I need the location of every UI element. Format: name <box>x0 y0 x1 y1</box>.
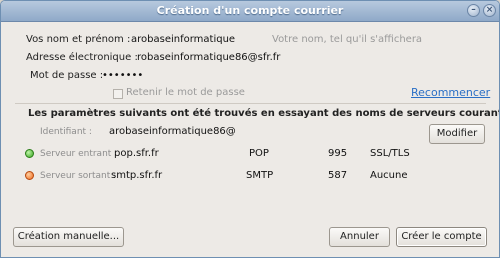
name-hint: Votre nom, tel qu'il s'affichera <box>272 34 423 45</box>
name-input[interactable]: arobaseinformatique <box>131 34 235 45</box>
password-label: Mot de passe : <box>30 70 104 81</box>
incoming-server-host[interactable]: pop.sfr.fr <box>114 148 159 159</box>
email-input[interactable]: robaseinformatique86@sfr.fr <box>137 52 280 63</box>
name-label: Vos nom et prénom : <box>26 34 131 45</box>
servers-found-message: Les paramètres suivants ont été trouvés … <box>28 108 500 119</box>
outgoing-server-protocol[interactable]: SMTP <box>246 170 273 181</box>
remember-password-label: Retenir le mot de passe <box>126 87 245 98</box>
email-label: Adresse électronique : <box>26 52 138 63</box>
manual-setup-button[interactable]: Création manuelle... <box>13 227 124 247</box>
incoming-server-protocol[interactable]: POP <box>249 148 269 159</box>
outgoing-status-dot <box>25 171 34 180</box>
cancel-button[interactable]: Annuler <box>329 227 390 247</box>
incoming-server-label: Serveur entrant : <box>40 149 118 159</box>
recommencer-link[interactable]: Recommencer <box>411 86 490 99</box>
outgoing-server-security[interactable]: Aucune <box>370 170 408 181</box>
create-account-button[interactable]: Créer le compte <box>396 227 487 247</box>
close-icon[interactable]: × <box>483 4 496 17</box>
identifier-label: Identifiant : <box>40 127 92 137</box>
title-bar: Création d'un compte courrier – × <box>1 1 499 22</box>
incoming-server-security[interactable]: SSL/TLS <box>370 148 410 159</box>
minimize-icon[interactable]: – <box>467 4 480 17</box>
incoming-status-dot <box>25 149 34 158</box>
outgoing-server-port[interactable]: 587 <box>328 170 347 181</box>
modify-button[interactable]: Modifier <box>429 124 485 144</box>
account-wizard-window: Création d'un compte courrier – × Vos no… <box>0 0 500 258</box>
incoming-server-port[interactable]: 995 <box>328 148 347 159</box>
identifier-input[interactable]: arobaseinformatique86@ <box>109 126 236 137</box>
outgoing-server-label: Serveur sortant : <box>40 171 117 181</box>
password-input[interactable]: ••••••• <box>102 70 143 81</box>
window-title: Création d'un compte courrier <box>156 4 344 17</box>
remember-password-checkbox[interactable] <box>113 89 123 99</box>
divider <box>15 103 486 104</box>
outgoing-server-host[interactable]: smtp.sfr.fr <box>111 170 162 181</box>
